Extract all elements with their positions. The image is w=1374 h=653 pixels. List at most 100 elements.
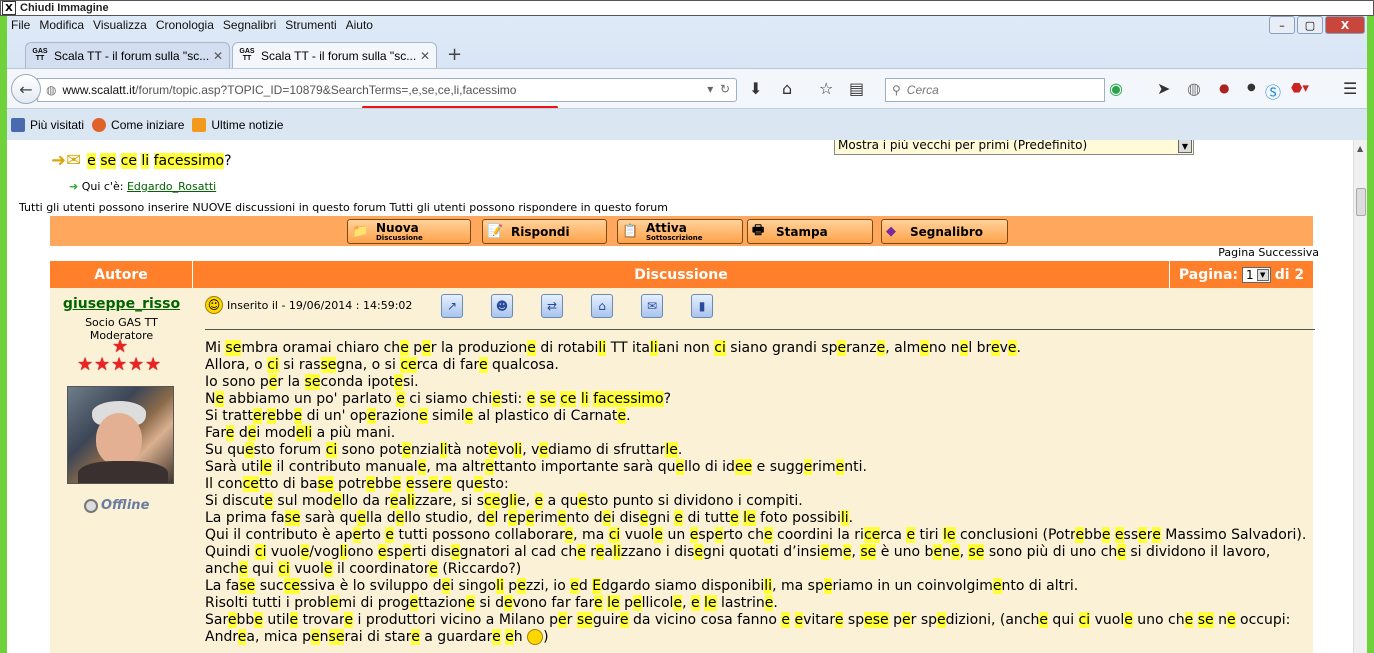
topic-toolbar: 📁 Nuova Discussione 📝 Rispondi 📋 Attiva So… [50, 216, 1313, 246]
tab-label: Scala TT - il forum sulla "sc... [54, 48, 209, 63]
home-icon[interactable]: ⌂ [782, 79, 792, 98]
button-label: Rispondi [511, 224, 570, 239]
reply-icon: 📝 [487, 224, 504, 239]
download-icon[interactable]: ⬇ [749, 79, 762, 98]
external-link-icon[interactable]: ↗ [441, 294, 463, 318]
bookmark-star-icon[interactable]: ☆ [819, 79, 833, 98]
bookmark-latest-news[interactable]: Ultime notizie [192, 117, 283, 132]
bookmark-button[interactable]: ◆ Segnalibro [881, 219, 1008, 244]
window-controls: – ▢ X [1267, 16, 1365, 34]
hamburger-menu-icon[interactable]: ☰ [1343, 79, 1357, 98]
topic-word: se [100, 152, 117, 169]
topic-title-suffix: ? [224, 152, 232, 169]
reload-icon[interactable]: ▾ ↻ [707, 82, 730, 96]
post-line: La fase successiva è lo sviluppo dei sin… [205, 578, 1079, 594]
bookmark-getting-started[interactable]: Come iniziare [92, 117, 185, 132]
post-line: Qui il contributo è aperto e tutti posso… [205, 527, 1307, 543]
addon-icon[interactable]: ● [1219, 81, 1229, 95]
scrollbar-thumb[interactable] [1356, 188, 1366, 216]
url-path: /forum/topic.asp?TOPIC_ID=10879&SearchTe… [135, 83, 517, 97]
close-image-icon[interactable]: X [2, 1, 16, 15]
quote-icon[interactable]: ✉ [641, 294, 663, 318]
smiley-icon: ☺ [205, 296, 223, 314]
reply-button[interactable]: 📝 Rispondi [482, 219, 607, 244]
topic-word: e [87, 152, 96, 169]
button-sublabel: Sottoscrizione [646, 233, 703, 242]
post-actions: ↗ ☻ ⇄ ⌂ ✉ ▮ [441, 294, 741, 318]
maximize-button[interactable]: ▢ [1297, 16, 1323, 34]
gas-tt-favicon-icon: GAS TT [239, 47, 255, 62]
users-present: ➜ Qui c'è: Edgardo_Rosatti [69, 180, 216, 193]
sort-order-select[interactable]: Mostra i più vecchi per primi (Predefini… [834, 140, 1194, 155]
author-name-link[interactable]: giuseppe_risso [50, 296, 193, 312]
close-window-button[interactable]: X [1325, 16, 1365, 34]
menu-visualizza[interactable]: Visualizza [93, 18, 147, 36]
menu-cronologia[interactable]: Cronologia [156, 18, 214, 36]
address-bar[interactable]: ◍ www.scalatt.it/forum/topic.asp?TOPIC_I… [37, 78, 737, 109]
avatar [67, 386, 174, 484]
post-header: ☺ Inserito il - 19/06/2014 : 14:59:02 [205, 296, 412, 314]
post-line: Su questo forum ci sono potenzialità not… [205, 442, 683, 458]
topic-folder-icon: ➜✉ [51, 150, 82, 171]
post-date: Inserito il - 19/06/2014 : 14:59:02 [227, 298, 413, 312]
close-tab-icon[interactable]: ✕ [213, 49, 223, 63]
topic-word: li [141, 152, 150, 169]
post-content: ☺ Inserito il - 19/06/2014 : 14:59:02 ↗ … [193, 288, 1315, 653]
next-page-link[interactable]: Pagina Successiva [1218, 246, 1319, 259]
browser-window: File Modifica Visualizza Cronologia Segn… [0, 16, 1374, 653]
post-line: Fare dei modeli a più mani. [205, 425, 396, 441]
adblock-icon[interactable]: ⬣▾ [1291, 81, 1309, 96]
menu-file[interactable]: File [11, 18, 30, 36]
bookmark-most-visited[interactable]: Più visitati [11, 117, 84, 132]
tab-2[interactable]: GAS TT Scala TT - il forum sulla "sc... … [232, 42, 437, 68]
page-select[interactable]: 1 ▼ [1242, 266, 1271, 283]
post-line: Si discute sul modello da realizzare, si… [205, 493, 803, 509]
new-topic-icon: 📁 [352, 224, 369, 239]
send-icon[interactable]: ➤ [1157, 79, 1170, 98]
menu-bar: File Modifica Visualizza Cronologia Segn… [11, 18, 382, 36]
close-tab-icon[interactable]: ✕ [420, 49, 430, 63]
new-topic-button[interactable]: 📁 Nuova Discussione [347, 219, 471, 244]
rank-star-icon: ★ [145, 354, 162, 375]
rss-icon [192, 117, 207, 132]
report-icon[interactable]: ▮ [691, 294, 713, 318]
menu-segnalibri[interactable]: Segnalibri [223, 18, 276, 36]
search-input[interactable]: ⚲ Cerca [885, 78, 1105, 102]
page-total: di 2 [1274, 266, 1305, 283]
gas-tt-favicon-icon: GAS TT [32, 47, 48, 62]
firefox-icon [92, 117, 107, 132]
page-scrollbar[interactable]: ▲ [1353, 140, 1367, 653]
browser-chrome: File Modifica Visualizza Cronologia Segn… [7, 16, 1367, 140]
button-sublabel: Discussione [376, 233, 423, 242]
page-label: Pagina: [1178, 266, 1239, 283]
pagination: Pagina: 1 ▼ di 2 [1170, 261, 1313, 288]
search-placeholder: Cerca [906, 83, 939, 97]
subscribe-icon: 📋 [622, 224, 639, 239]
profile-icon[interactable]: ☻ [491, 294, 513, 318]
topic-word: ce [120, 152, 137, 169]
minimize-button[interactable]: – [1269, 16, 1295, 34]
users-present-icon: ➜ [69, 180, 79, 193]
reading-list-icon[interactable]: ▤ [849, 79, 864, 98]
dropdown-icon[interactable]: ● [1247, 82, 1256, 93]
new-tab-button[interactable]: + [447, 44, 462, 65]
grammarly-icon[interactable]: ◉ [1109, 79, 1123, 98]
post-line: La prima fase sarà quella dello studio, … [205, 510, 854, 526]
menu-aiuto[interactable]: Aiuto [346, 18, 373, 36]
back-button[interactable]: ← [11, 74, 41, 104]
menu-modifica[interactable]: Modifica [39, 18, 84, 36]
menu-strumenti[interactable]: Strumenti [285, 18, 336, 36]
addon-globe-icon[interactable]: ◍ [1187, 79, 1201, 98]
homepage-icon[interactable]: ⌂ [591, 294, 613, 318]
send-message-icon[interactable]: ⇄ [541, 294, 563, 318]
post-line: Si tratterebbe di un' operazione simile … [205, 408, 631, 424]
print-button[interactable]: 🖶 Stampa [747, 219, 873, 244]
post-author-panel: giuseppe_risso Socio GAS TT Moderatore ★… [50, 288, 193, 653]
scroll-up-icon[interactable]: ▲ [1357, 144, 1363, 153]
bookmark-icon: ◆ [886, 224, 896, 239]
tab-1[interactable]: GAS TT Scala TT - il forum sulla "sc... … [25, 42, 230, 68]
present-user-link[interactable]: Edgardo_Rosatti [127, 180, 216, 193]
skype-icon[interactable]: Ⓢ [1265, 79, 1281, 103]
subscribe-button[interactable]: 📋 Attiva Sottoscrizione [617, 219, 743, 244]
bookmark-label: Come iniziare [111, 117, 185, 132]
